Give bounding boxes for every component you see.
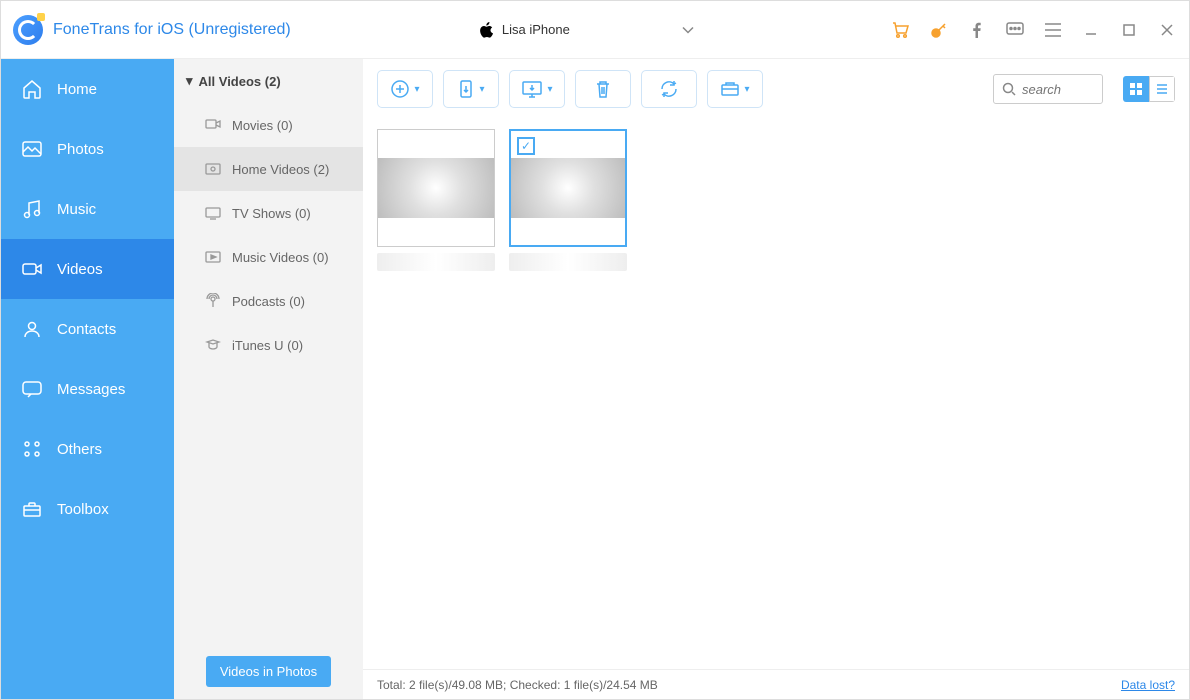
thumbnail-label (509, 253, 627, 271)
messages-icon (21, 378, 43, 400)
search-input[interactable] (1022, 82, 1094, 97)
sub-item-label: iTunes U (0) (232, 338, 303, 353)
sidebar-item-label: Others (57, 441, 102, 458)
sidebar-item-home[interactable]: Home (1, 59, 174, 119)
sub-item-itunes-u[interactable]: iTunes U (0) (174, 323, 363, 367)
minimize-icon[interactable] (1081, 20, 1101, 40)
sidebar-item-label: Toolbox (57, 501, 109, 518)
search-icon (1002, 82, 1016, 96)
video-thumbnail[interactable]: ✓ (509, 129, 627, 271)
thumbnail-box: ✓ (509, 129, 627, 247)
export-to-pc-button[interactable]: ▾ (509, 70, 565, 108)
sidebar-item-videos[interactable]: Videos (1, 239, 174, 299)
sidebar-item-photos[interactable]: Photos (1, 119, 174, 179)
sub-item-tv-shows[interactable]: TV Shows (0) (174, 191, 363, 235)
app-logo (13, 15, 43, 45)
sidebar-item-label: Home (57, 81, 97, 98)
sidebar-item-label: Messages (57, 381, 125, 398)
chevron-down-icon: ▾ (744, 84, 749, 95)
sub-item-music-videos[interactable]: Music Videos (0) (174, 235, 363, 279)
delete-button[interactable] (575, 70, 631, 108)
folder-button[interactable]: ▾ (707, 70, 763, 108)
content-grid: ✓ (363, 119, 1189, 669)
sidebar-item-label: Contacts (57, 321, 116, 338)
thumbnail-box (377, 129, 495, 247)
sub-item-label: Home Videos (2) (232, 162, 329, 177)
export-to-device-button[interactable]: ▾ (443, 70, 499, 108)
thumbnail-preview (378, 158, 494, 218)
videos-in-photos-button[interactable]: Videos in Photos (206, 656, 331, 687)
chevron-down-icon: ▾ (414, 84, 419, 95)
sub-item-home-videos[interactable]: Home Videos (2) (174, 147, 363, 191)
refresh-button[interactable] (641, 70, 697, 108)
sidebar: Home Photos Music Videos Contacts Messag… (1, 59, 174, 699)
sub-header-label: All Videos (2) (199, 74, 281, 89)
app-window: FoneTrans for iOS (Unregistered) Lisa iP… (0, 0, 1190, 700)
others-icon (21, 438, 43, 460)
view-list-button[interactable] (1149, 76, 1175, 102)
close-icon[interactable] (1157, 20, 1177, 40)
sub-footer: Videos in Photos (174, 644, 363, 699)
app-title: FoneTrans for iOS (Unregistered) (53, 21, 291, 39)
sidebar-item-music[interactable]: Music (1, 179, 174, 239)
thumbnail-label (377, 253, 495, 271)
add-button[interactable]: ▾ (377, 70, 433, 108)
sidebar-item-others[interactable]: Others (1, 419, 174, 479)
apple-icon (478, 21, 494, 39)
sub-item-label: Podcasts (0) (232, 294, 305, 309)
sidebar-item-messages[interactable]: Messages (1, 359, 174, 419)
toolbox-icon (21, 498, 43, 520)
sub-sidebar: ▾ All Videos (2) Movies (0) Home Videos … (174, 59, 363, 699)
maximize-icon[interactable] (1119, 20, 1139, 40)
music-icon (21, 198, 43, 220)
main-panel: ▾ ▾ ▾ ▾ (363, 59, 1189, 699)
itunesu-icon (204, 336, 222, 354)
titlebar-actions (891, 20, 1177, 40)
search-box[interactable] (993, 74, 1103, 104)
body: Home Photos Music Videos Contacts Messag… (1, 59, 1189, 699)
key-icon[interactable] (929, 20, 949, 40)
status-text: Total: 2 file(s)/49.08 MB; Checked: 1 fi… (377, 678, 658, 692)
feedback-icon[interactable] (1005, 20, 1025, 40)
chevron-down-icon: ▾ (547, 84, 552, 95)
sub-item-podcasts[interactable]: Podcasts (0) (174, 279, 363, 323)
video-thumbnail[interactable] (377, 129, 495, 271)
sub-item-movies[interactable]: Movies (0) (174, 103, 363, 147)
tv-icon (204, 204, 222, 222)
view-toggle (1123, 76, 1175, 102)
sub-item-label: Music Videos (0) (232, 250, 329, 265)
sidebar-item-label: Photos (57, 141, 104, 158)
movies-icon (204, 116, 222, 134)
sidebar-item-label: Music (57, 201, 96, 218)
device-name: Lisa iPhone (502, 22, 570, 37)
home-icon (21, 78, 43, 100)
facebook-icon[interactable] (967, 20, 987, 40)
triangle-down-icon: ▾ (186, 73, 193, 89)
titlebar: FoneTrans for iOS (Unregistered) Lisa iP… (1, 1, 1189, 59)
photos-icon (21, 138, 43, 160)
checkbox-checked-icon[interactable]: ✓ (517, 137, 535, 155)
menu-icon[interactable] (1043, 20, 1063, 40)
statusbar: Total: 2 file(s)/49.08 MB; Checked: 1 fi… (363, 669, 1189, 699)
device-selector[interactable]: Lisa iPhone (466, 17, 706, 43)
view-grid-button[interactable] (1123, 76, 1149, 102)
sidebar-item-label: Videos (57, 261, 103, 278)
sub-item-label: Movies (0) (232, 118, 293, 133)
sidebar-item-contacts[interactable]: Contacts (1, 299, 174, 359)
podcasts-icon (204, 292, 222, 310)
music-videos-icon (204, 248, 222, 266)
sub-header-all-videos[interactable]: ▾ All Videos (2) (174, 59, 363, 103)
sub-item-label: TV Shows (0) (232, 206, 311, 221)
cart-icon[interactable] (891, 20, 911, 40)
toolbar: ▾ ▾ ▾ ▾ (363, 59, 1189, 119)
home-videos-icon (204, 160, 222, 178)
sidebar-item-toolbox[interactable]: Toolbox (1, 479, 174, 539)
thumbnail-preview (511, 158, 625, 218)
chevron-down-icon: ▾ (479, 84, 484, 95)
videos-icon (21, 258, 43, 280)
chevron-down-icon (682, 26, 694, 34)
contacts-icon (21, 318, 43, 340)
data-lost-link[interactable]: Data lost? (1121, 678, 1175, 692)
